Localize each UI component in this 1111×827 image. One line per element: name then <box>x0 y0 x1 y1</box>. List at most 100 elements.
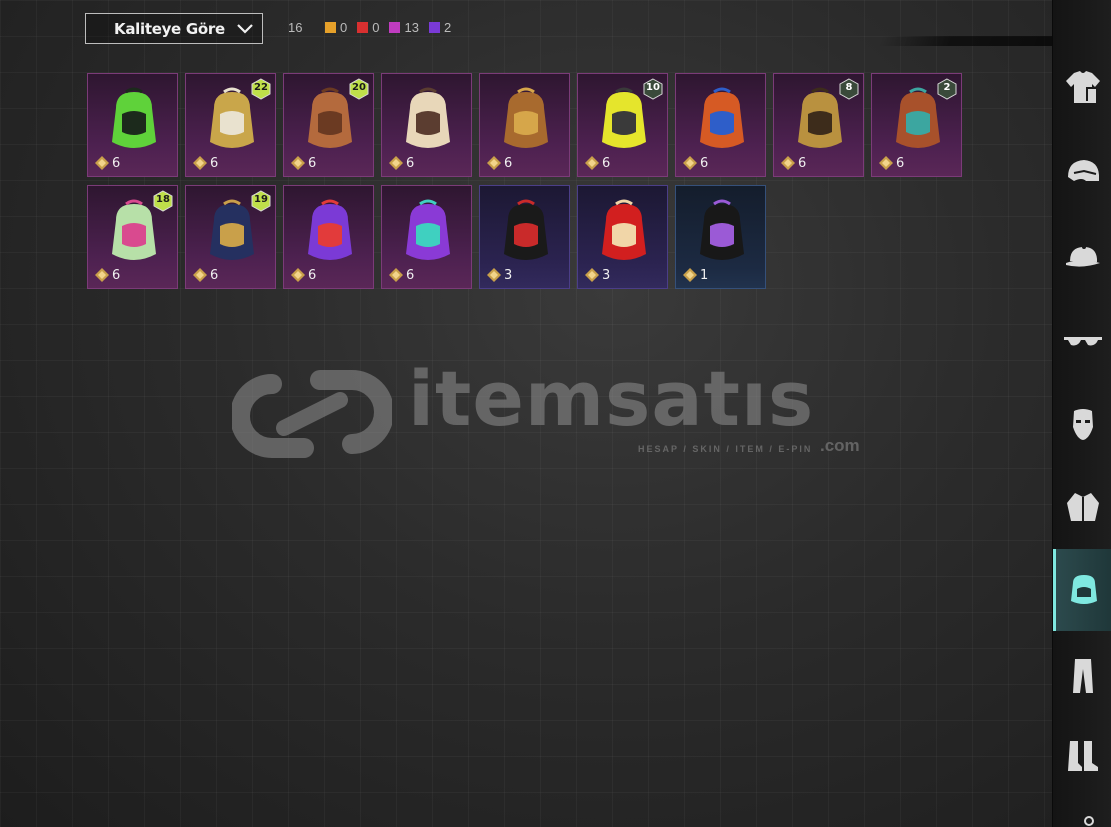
item-card[interactable]: 3 <box>479 185 570 289</box>
more-icon <box>1083 816 1094 826</box>
item-quantity: 6 <box>896 156 905 171</box>
black-red-backpack-icon <box>504 199 548 260</box>
watermark-tagline: HESAP / SKIN / ITEM / E-PIN <box>638 444 813 454</box>
treasure-chest-backpack-icon <box>504 87 548 148</box>
item-card[interactable]: 68 <box>773 73 864 177</box>
magenta-swatch <box>389 22 401 33</box>
legend-red-count: 0 <box>372 20 380 35</box>
item-total-count: 16 <box>288 20 303 35</box>
sort-dropdown-label: Kaliteye Göre <box>114 19 225 38</box>
item-card[interactable]: 6 22 <box>185 73 276 177</box>
tier-number: 8 <box>845 82 853 93</box>
sidebar-item-pants[interactable] <box>1053 646 1111 706</box>
item-card[interactable]: 1 <box>675 185 766 289</box>
item-quantity: 6 <box>210 156 219 171</box>
level-diamond-icon <box>291 156 305 170</box>
level-diamond-icon <box>683 268 697 282</box>
tier-number: 19 <box>254 194 268 205</box>
item-card[interactable]: 6 <box>87 73 178 177</box>
legend-purple: 2 <box>428 20 452 35</box>
level-diamond-icon <box>193 268 207 282</box>
shirt-icon <box>1065 71 1100 103</box>
level-diamond-icon <box>879 156 893 170</box>
item-card[interactable]: 6 <box>381 185 472 289</box>
sidebar-item-more[interactable] <box>1053 800 1111 827</box>
level-diamond-icon <box>193 156 207 170</box>
level-diamond-icon <box>95 268 109 282</box>
neon-green-backpack-icon <box>112 87 156 148</box>
mask-icon <box>1072 409 1093 440</box>
sidebar-item-glasses[interactable] <box>1053 310 1111 370</box>
item-quantity: 6 <box>602 156 611 171</box>
black-purple-backpack-icon <box>700 199 744 260</box>
level-diamond-icon <box>585 156 599 170</box>
sidebar-item-helmet[interactable] <box>1053 142 1111 202</box>
sidebar-item-mask[interactable] <box>1053 394 1111 454</box>
sidebar-item-shirt[interactable] <box>1053 58 1111 118</box>
level-diamond-icon <box>389 156 403 170</box>
watermark: itemsatıs HESAP / SKIN / ITEM / E-PIN .c… <box>232 354 892 470</box>
orange-blue-backpack-icon <box>700 87 744 148</box>
item-card[interactable]: 62 <box>871 73 962 177</box>
cap-icon <box>1065 245 1100 267</box>
level-diamond-icon <box>95 156 109 170</box>
red-swatch <box>357 22 369 33</box>
item-quantity: 3 <box>504 268 513 283</box>
item-quantity: 6 <box>798 156 807 171</box>
sidebar-item-backpack[interactable] <box>1053 549 1111 631</box>
item-quantity: 6 <box>112 268 121 283</box>
item-quantity: 6 <box>210 268 219 283</box>
skull-backpack-icon <box>406 87 450 148</box>
sidebar-item-jacket[interactable] <box>1053 478 1111 538</box>
item-quantity: 1 <box>700 268 709 283</box>
chevron-down-icon <box>237 24 253 34</box>
level-diamond-icon <box>781 156 795 170</box>
level-diamond-icon <box>585 268 599 282</box>
item-card[interactable]: 6 <box>675 73 766 177</box>
level-diamond-icon <box>291 268 305 282</box>
item-quantity: 6 <box>504 156 513 171</box>
helmet-icon <box>1067 160 1099 181</box>
legend-purple-count: 2 <box>443 20 452 35</box>
item-card[interactable]: 6 <box>381 73 472 177</box>
category-sidebar <box>1052 0 1111 827</box>
legend-orange: 0 <box>325 20 347 35</box>
level-diamond-icon <box>487 156 501 170</box>
jacket-icon <box>1066 493 1099 521</box>
item-quantity: 6 <box>308 156 317 171</box>
item-quantity: 6 <box>406 268 415 283</box>
item-card[interactable]: 6 19 <box>185 185 276 289</box>
legend-magenta: 13 <box>389 20 419 35</box>
pants-icon <box>1072 659 1093 693</box>
glasses-icon <box>1063 337 1102 346</box>
sidebar-item-boots[interactable] <box>1053 726 1111 786</box>
item-card[interactable]: 6 <box>479 73 570 177</box>
level-diamond-icon <box>683 156 697 170</box>
item-quantity: 3 <box>602 268 611 283</box>
item-quantity: 6 <box>406 156 415 171</box>
sort-dropdown[interactable]: Kaliteye Göre <box>85 13 263 44</box>
purple-swatch <box>428 22 440 33</box>
watermark-logo-icon <box>232 370 392 458</box>
item-card[interactable]: 3 <box>577 185 668 289</box>
orange-swatch <box>325 22 336 33</box>
legend-red: 0 <box>357 20 379 35</box>
tier-number: 20 <box>352 82 366 93</box>
watermark-domain: .com <box>820 436 860 455</box>
clown-backpack-icon <box>308 199 352 260</box>
level-diamond-icon <box>487 268 501 282</box>
item-quantity: 6 <box>112 156 121 171</box>
item-card[interactable]: 6 20 <box>283 73 374 177</box>
red-club-backpack-icon <box>602 199 646 260</box>
watermark-word: itemsatıs <box>408 354 815 443</box>
item-card[interactable]: 6 10 <box>577 73 668 177</box>
sidebar-item-cap[interactable] <box>1053 226 1111 286</box>
level-diamond-icon <box>389 268 403 282</box>
item-quantity: 6 <box>700 156 709 171</box>
legend-magenta-count: 13 <box>404 20 419 35</box>
item-card[interactable]: 6 18 <box>87 185 178 289</box>
tier-number: 18 <box>156 194 170 205</box>
tier-number: 22 <box>254 82 268 93</box>
item-card[interactable]: 6 <box>283 185 374 289</box>
legend-orange-count: 0 <box>340 20 348 35</box>
